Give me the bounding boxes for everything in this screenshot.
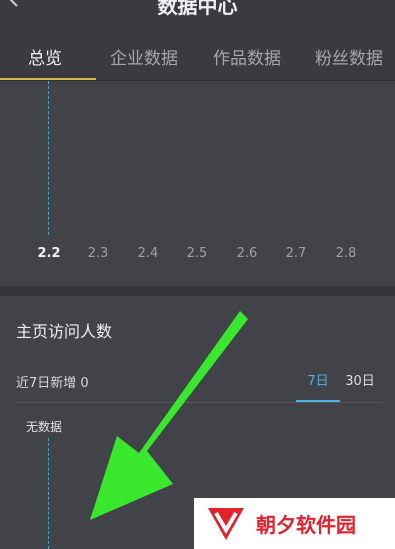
range-divider	[16, 402, 383, 403]
tab-overview[interactable]: 总览	[28, 44, 62, 69]
section-title: 主页访问人数	[16, 322, 113, 341]
overview-chart-card: 2.2 2.3 2.4 2.5 2.6 2.7 2.8	[0, 81, 395, 286]
watermark-text: 朝夕软件园	[256, 513, 356, 537]
tab-fans-data[interactable]: 粉丝数据	[315, 44, 383, 69]
header-bar: 数据中心	[0, 0, 395, 34]
watermark-logo-icon	[208, 508, 244, 540]
x-tick-label[interactable]: 2.7	[286, 246, 307, 261]
no-data-label: 无数据	[26, 420, 63, 434]
x-tick-label[interactable]: 2.6	[237, 246, 258, 261]
range-30-days-tab[interactable]: 30日	[340, 366, 380, 402]
chart-marker-line	[48, 438, 49, 549]
x-tick-label[interactable]: 2.5	[187, 246, 208, 261]
tab-enterprise-data[interactable]: 企业数据	[110, 44, 178, 69]
tab-works-data[interactable]: 作品数据	[213, 44, 281, 69]
section-divider	[0, 286, 395, 296]
tab-bar: 总览 企业数据 作品数据 粉丝数据	[0, 34, 395, 81]
x-tick-label[interactable]: 2.8	[336, 246, 357, 261]
selected-date-marker	[48, 81, 49, 235]
x-tick-label[interactable]: 2.2	[37, 246, 60, 261]
watermark: 朝夕软件园	[194, 498, 395, 549]
new-visitors-summary: 近7日新增 0	[16, 376, 89, 391]
active-tab-indicator	[0, 78, 96, 80]
x-tick-label[interactable]: 2.4	[138, 246, 159, 261]
range-7-days-tab[interactable]: 7日	[296, 366, 340, 402]
page-title: 数据中心	[157, 0, 238, 18]
x-tick-label[interactable]: 2.3	[88, 246, 109, 261]
